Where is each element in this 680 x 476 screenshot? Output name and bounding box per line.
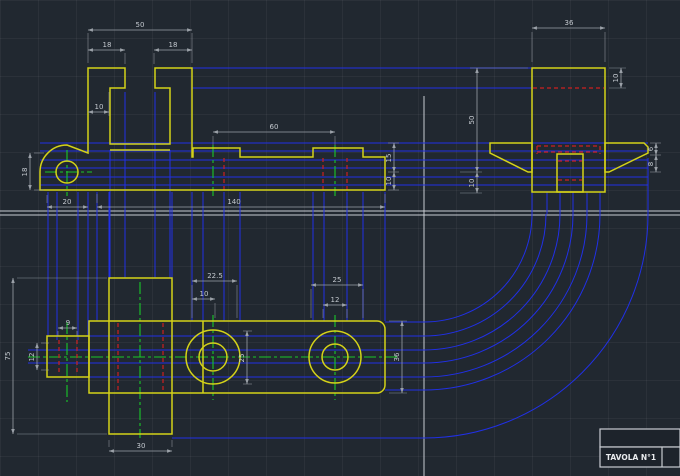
dim-front-boss-height: 18 bbox=[21, 168, 29, 177]
hidden-lines bbox=[58, 87, 604, 391]
dimension-labels: 50 18 18 10 60 140 20 18 15 10 50 10 36 … bbox=[4, 19, 655, 450]
cad-viewport[interactable]: 50 18 18 10 60 140 20 18 15 10 50 10 36 … bbox=[0, 0, 680, 476]
side-view bbox=[489, 67, 649, 193]
cad-drawing-canvas[interactable]: 50 18 18 10 60 140 20 18 15 10 50 10 36 … bbox=[0, 0, 680, 476]
dim-plan-bottom-pad: 30 bbox=[137, 442, 146, 450]
dim-side-width: 36 bbox=[565, 19, 574, 27]
extension-lines bbox=[17, 32, 661, 447]
dim-plan-right-pad: 25 bbox=[333, 276, 342, 284]
dim-front-mid-upper: 15 bbox=[385, 154, 393, 163]
dim-front-right-tab: 18 bbox=[169, 41, 178, 49]
title-block-row1 bbox=[599, 428, 680, 448]
title-block-sheet-label: TAVOLA N°1 bbox=[606, 453, 656, 462]
dim-side-height-lower: 10 bbox=[468, 179, 476, 188]
dim-front-left-tab: 18 bbox=[103, 41, 112, 49]
dim-side-height-upper: 50 bbox=[468, 116, 476, 125]
dim-plan-left-bore: 25 bbox=[238, 354, 246, 363]
title-block: TAVOLA N°1 bbox=[599, 428, 680, 468]
projection-arcs bbox=[423, 213, 649, 439]
dim-plan-overall-depth: 75 bbox=[4, 352, 12, 361]
centerlines bbox=[28, 145, 400, 438]
dim-side-wing-upper: 6 bbox=[647, 146, 655, 151]
dim-plan-left-pad: 22.5 bbox=[207, 272, 223, 280]
dim-plan-tab-bore: 12 bbox=[28, 353, 36, 362]
dim-plan-bar-depth: 36 bbox=[393, 352, 401, 361]
dim-side-top-step: 10 bbox=[612, 74, 620, 83]
dim-front-pad-span: 60 bbox=[270, 123, 279, 131]
dim-front-mid-lower: 10 bbox=[385, 177, 393, 186]
dim-front-overall-width: 50 bbox=[136, 21, 145, 29]
dim-front-step: 10 bbox=[95, 103, 104, 111]
dim-plan-right-hole: 12 bbox=[331, 296, 340, 304]
dim-plan-tab-slot: 9 bbox=[66, 319, 70, 327]
dim-side-wing-lower: 8 bbox=[647, 162, 655, 166]
dim-plan-left-slot: 10 bbox=[200, 290, 209, 298]
construction-lines bbox=[0, 96, 680, 476]
dim-front-total-length: 140 bbox=[227, 198, 240, 206]
dim-front-boss-offset: 20 bbox=[63, 198, 72, 206]
